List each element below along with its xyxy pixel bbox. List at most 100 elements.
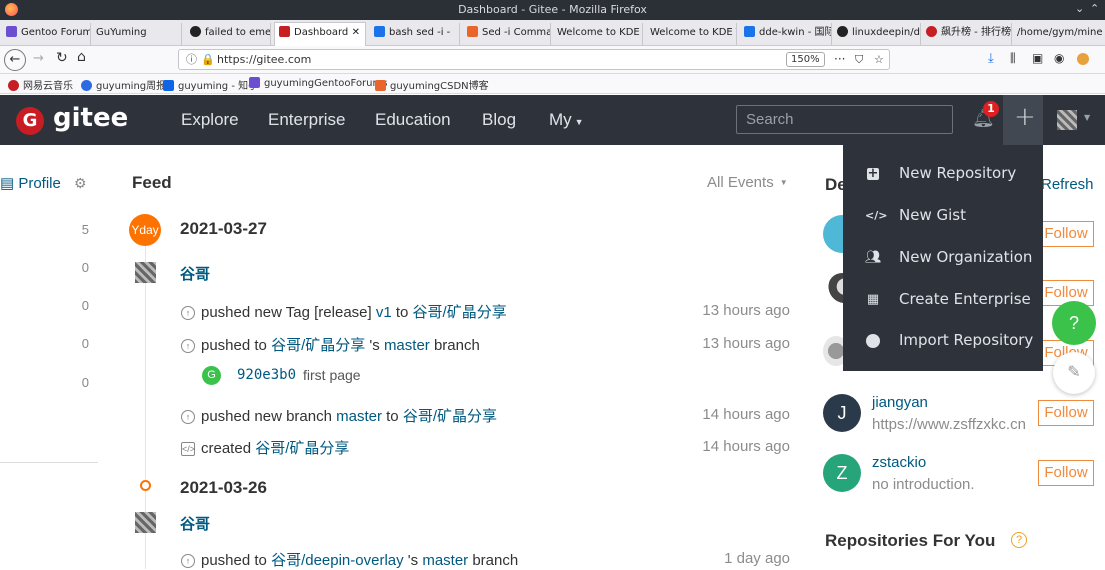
bookmark-item[interactable]: guyumingCSDN博客 [375,77,489,92]
url-bar[interactable]: ⓘ 🔒 https://gitee.com 150% ··· ⛉ ☆ [178,49,890,70]
user-avatar[interactable]: J [823,394,861,432]
account-icon[interactable]: ◉ [1054,51,1064,65]
nav-education[interactable]: Education [375,110,451,130]
browser-tab[interactable]: GuYuming [92,23,182,45]
follow-button[interactable]: Follow [1038,221,1094,247]
browser-tab[interactable]: bash sed -i - [370,23,460,45]
profile-link[interactable]: ▤ Profile [0,174,61,192]
repo-link[interactable]: 谷哥/deepin-overlay [271,552,404,569]
menu-item-import-repository[interactable]: Import Repository [843,321,1043,361]
bookmark-label: guyuming - 知乎 [178,81,259,92]
commit-sha[interactable]: 920e3b0 [237,367,296,383]
sidebar-count[interactable]: 5 [59,222,89,237]
tab-label: bash sed -i - [389,27,451,38]
pocket-icon[interactable]: ⛉ [855,50,863,69]
push-icon: ↑ [181,306,195,320]
browser-tab[interactable]: dde-kwin - 国际 [740,23,832,45]
extension-icon[interactable] [1077,53,1089,65]
event-text: branch [468,552,519,569]
zoom-level[interactable]: 150% [786,52,825,67]
page-actions-button[interactable]: ··· [834,50,845,69]
window-close-icon[interactable]: ⌃ [1090,2,1099,15]
sidebar-count[interactable]: 0 [59,375,89,390]
browser-tab[interactable]: Welcome to KDE T [553,23,643,45]
branch-link[interactable]: master [384,337,430,354]
feed-user[interactable]: 谷哥 [180,513,210,534]
person-name[interactable]: zstackio [872,454,926,471]
nav-explore[interactable]: Explore [181,110,239,130]
browser-tab[interactable]: 飙升榜 - 排行榜 [922,23,1012,45]
follow-button[interactable]: Follow [1038,460,1094,486]
site-info-icon[interactable]: ⓘ [186,50,197,69]
tab-label: Gentoo Forum [21,27,91,38]
downloads-icon[interactable]: ⤓ [988,51,994,66]
event-time: 14 hours ago [702,406,790,423]
repo-link[interactable]: 谷哥/矿晶分享 [413,304,507,321]
search-input[interactable]: Search [736,105,953,134]
bookmark-star-icon[interactable]: ☆ [874,50,884,69]
floating-help-button[interactable]: ? [1052,301,1096,345]
forward-button[interactable]: → [33,51,44,66]
avatar-caret-icon[interactable]: ▼ [1084,113,1090,122]
menu-item-new-organization[interactable]: 👥︎ New Organization [843,238,1043,278]
sidebar-count[interactable]: 0 [59,336,89,351]
event-text: pushed to [201,552,272,569]
browser-tab[interactable]: failed to emer [186,23,271,45]
browser-tab[interactable]: Sed -i Comma [463,23,551,45]
home-button[interactable]: ⌂ [77,49,86,65]
tab-label: linuxdeepin/dd [852,27,921,38]
reload-button[interactable]: ↻ [56,50,68,66]
menu-item-new-repository[interactable]: + New Repository [843,154,1043,194]
back-button[interactable]: ← [4,49,26,71]
bookmark-item[interactable]: guyuming - 知乎 [163,77,258,92]
feed-filter-dropdown[interactable]: All Events ▼ [707,174,788,191]
help-icon[interactable]: ? [1011,532,1027,548]
tab-close-icon[interactable]: ✕ [352,23,360,43]
menu-item-new-gist[interactable]: </> New Gist [843,196,1043,236]
plus-button[interactable]: + [1003,95,1043,145]
repo-link[interactable]: 谷哥/矿晶分享 [403,408,497,425]
window-minimize-icon[interactable]: ⌄ [1075,2,1084,15]
browser-tab[interactable]: Gentoo Forum [2,23,91,45]
person-desc: https://www.zsffzxkc.cn [872,416,1026,433]
user-avatar[interactable] [135,262,156,283]
feed-user[interactable]: 谷哥 [180,263,210,284]
bookmark-item[interactable]: guyuming周报 [81,77,166,92]
branch-link[interactable]: master [422,552,468,569]
sidebar-count[interactable]: 0 [59,260,89,275]
menu-item-create-enterprise[interactable]: ▦ Create Enterprise [843,280,1043,320]
person-name[interactable]: jiangyan [872,394,928,411]
nav-blog[interactable]: Blog [482,110,516,130]
gitee-logo-icon: G [16,107,44,135]
refresh-link[interactable]: Refresh [1041,176,1094,193]
library-icon[interactable]: ⫼ [1010,51,1016,66]
timeline-dot [140,480,151,491]
plus-square-icon: + [867,166,879,181]
feedback-edit-icon[interactable]: ✎ [1053,352,1095,394]
bookmark-item[interactable]: 网易云音乐 [8,77,73,92]
browser-tab[interactable]: Welcome to KDE T [646,23,737,45]
nav-enterprise[interactable]: Enterprise [268,110,345,130]
tag-link[interactable]: v1 [376,304,392,321]
nav-my[interactable]: My ▼ [549,110,584,130]
repo-link[interactable]: 谷哥/矿晶分享 [271,337,365,354]
browser-tab[interactable]: /home/gym/mine [1013,23,1105,45]
browser-tab[interactable]: linuxdeepin/dd [833,23,921,45]
feed-event: ↑ pushed to 谷哥/矿晶分享 's master branch [181,334,480,355]
settings-gear-icon[interactable]: ⚙ [74,175,87,192]
nav-my-label: My [549,110,572,129]
user-avatar[interactable] [1057,110,1077,130]
user-avatar[interactable]: Z [823,454,861,492]
event-text: 's [365,337,384,354]
browser-tab-active[interactable]: Dashboard ✕ [274,22,366,46]
gitee-header: G gitee Explore Enterprise Education Blo… [0,95,1105,145]
tab-label: Sed -i Comma [482,27,551,38]
user-avatar[interactable] [135,512,156,533]
follow-button[interactable]: Follow [1038,400,1094,426]
branch-link[interactable]: master [336,408,382,425]
sidebar-count[interactable]: 0 [59,298,89,313]
sidebar-toggle-icon[interactable]: ▣ [1032,51,1043,65]
bookmark-item[interactable]: guyumingGentooForums [249,77,387,89]
tab-label: GuYuming [96,27,147,38]
repo-link[interactable]: 谷哥/矿晶分享 [255,440,349,457]
